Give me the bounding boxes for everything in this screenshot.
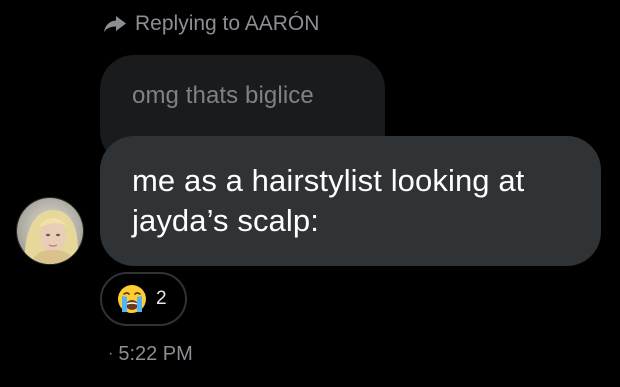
message-text-line: jayda’s scalp: — [132, 203, 319, 238]
loudly-crying-face-icon — [116, 283, 148, 315]
timestamp-time: 5:22 PM — [118, 342, 193, 365]
message-bubble[interactable]: me as a hairstylist looking at jayda’s s… — [100, 136, 601, 266]
reaction-pill[interactable]: 2 — [100, 272, 187, 326]
quoted-message-text: omg thats biglice — [132, 82, 314, 109]
message-text-line: me as a hairstylist looking at — [132, 163, 525, 198]
reaction-count: 2 — [156, 288, 167, 309]
replying-to-text: Replying to AARÓN — [135, 12, 320, 35]
avatar[interactable] — [16, 197, 84, 265]
reply-arrow-icon — [103, 14, 127, 34]
timestamp-separator: · — [108, 345, 114, 362]
message-timestamp: · 5:22 PM — [108, 340, 193, 368]
replying-to-header: Replying to AARÓN — [103, 10, 319, 38]
